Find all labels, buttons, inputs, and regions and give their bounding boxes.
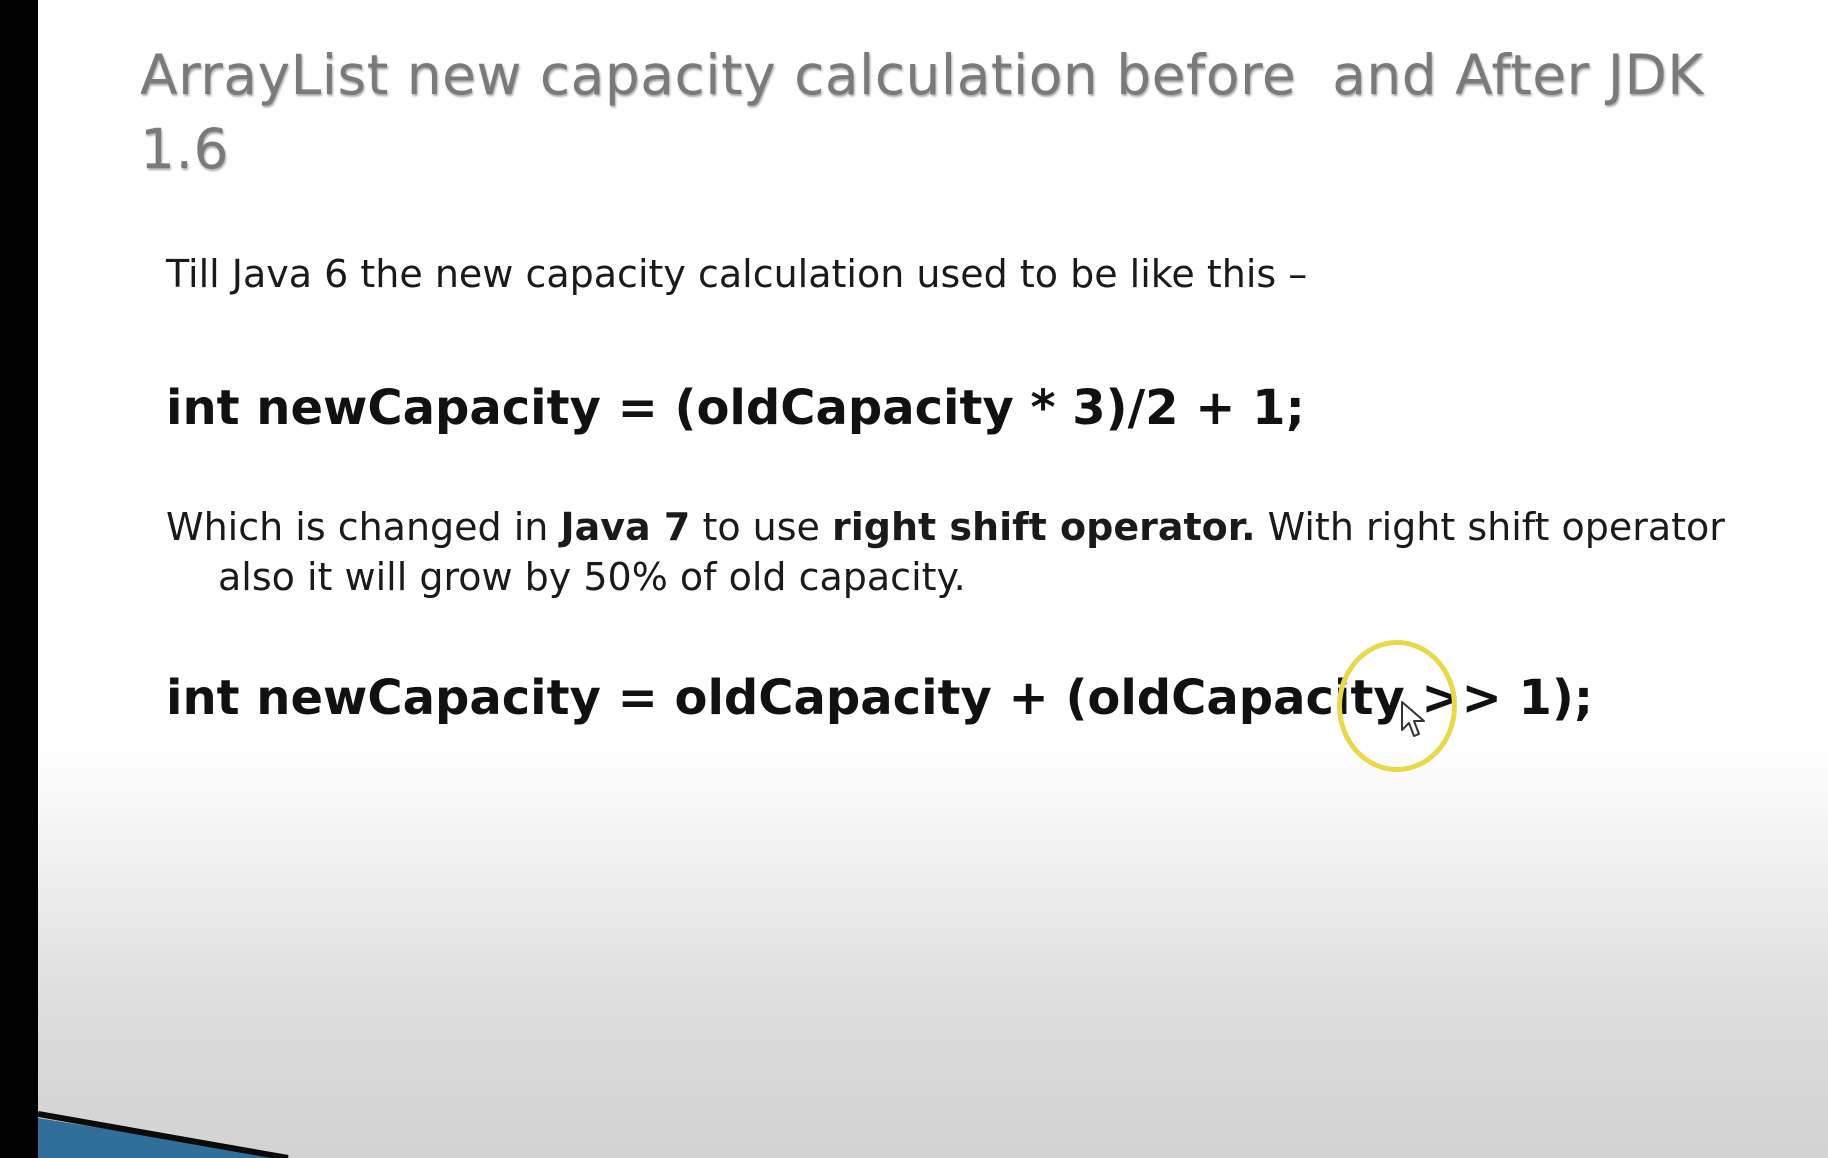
presentation-viewport: ArrayList new capacity calculation befor…: [0, 0, 1828, 1158]
change-text-part1: Which is changed in: [166, 505, 561, 549]
change-text-operator: right shift operator.: [832, 505, 1256, 549]
bottom-decorative-band: [38, 1111, 289, 1158]
code-before-java7: int newCapacity = (oldCapacity * 3)/2 + …: [166, 380, 1305, 436]
change-text-java7: Java 7: [560, 505, 691, 549]
slide: ArrayList new capacity calculation befor…: [38, 0, 1828, 1158]
code-after-java7: int newCapacity = oldCapacity + (oldCapa…: [166, 670, 1594, 726]
change-text-part2: to use: [690, 505, 833, 549]
change-description: Which is changed in Java 7 to use right …: [166, 502, 1778, 602]
slide-title: ArrayList new capacity calculation befor…: [140, 43, 1722, 181]
intro-text: Till Java 6 the new capacity calculation…: [166, 252, 1308, 296]
